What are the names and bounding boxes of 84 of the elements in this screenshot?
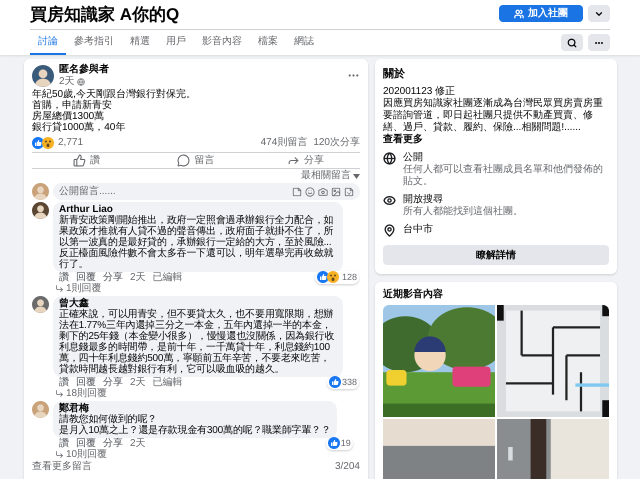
view-replies-link[interactable]: 18則回覆	[66, 388, 108, 399]
share-icon	[286, 154, 300, 167]
post-time[interactable]: 2天	[59, 76, 75, 87]
about-item-title: 開放搜尋	[403, 193, 444, 206]
tab[interactable]: 檔案	[250, 30, 286, 55]
share-count[interactable]: 120次分享	[313, 135, 360, 150]
comment-input-field[interactable]: 公開留言......	[53, 183, 360, 200]
comment-meta: 2天	[130, 377, 146, 388]
about-date: 202001123 修正	[383, 86, 456, 98]
commenter-name[interactable]: Arthur Liao	[59, 204, 337, 215]
learn-more-button[interactable]: 瞭解詳情	[383, 245, 609, 265]
about-title: 關於	[383, 67, 406, 81]
about-item-title: 台中市	[403, 223, 433, 236]
about-description: 因應買房知識家社團逐漸成為台灣民眾買房賣房重要諮詢管道，即日起社團只提供不動產買賣、修繕、過戶、貸款、履約、保險...相關問題!...... 查看更多	[383, 98, 604, 146]
comment-input[interactable]: 公開留言......	[59, 184, 292, 199]
comment-reactions[interactable]: 128	[314, 270, 359, 284]
comment-action-link[interactable]: 回覆	[76, 272, 96, 283]
view-replies-link[interactable]: 10則回覆	[66, 449, 108, 460]
reply-arrow-icon	[55, 450, 64, 459]
view-more-comments-link[interactable]: 查看更多留言	[32, 461, 92, 472]
comment-reactions[interactable]: 338	[326, 376, 359, 389]
avatar-icon[interactable]	[32, 202, 49, 219]
commenter-name[interactable]: 曾大鑫	[59, 298, 337, 309]
about-item-title: 公開	[403, 151, 424, 164]
people-icon	[514, 8, 524, 18]
comment-action-link[interactable]: 讚	[59, 377, 69, 388]
comment-text: 新青安政策剛開始推出，政府一定照會過承辦銀行全力配合，如果政策才推就有人貸不過的聲音傳出，政府面子就掛不住了，所以第一波真的是最好貸的，承辦銀行一定給的大方，至於風險...反正檯面風險件數不會太多吞一下還可以，明年選舉完再收斂就行了。	[59, 215, 334, 270]
avatar-icon[interactable]	[32, 296, 49, 313]
comment-action-link[interactable]: 分享	[103, 272, 123, 283]
tab[interactable]: 網誌	[286, 30, 322, 55]
caret-icon	[353, 174, 360, 178]
map-pin-icon	[383, 224, 396, 237]
comment-count[interactable]: 474則留言	[260, 135, 308, 150]
comment-meta: 2天	[130, 438, 146, 449]
eye-icon	[383, 194, 396, 207]
comment-meta: 已編輯	[152, 377, 183, 388]
author-name[interactable]: 匿名參與者	[59, 64, 342, 76]
tab[interactable]: 參考指引	[66, 30, 122, 55]
avatar-icon[interactable]	[32, 64, 54, 86]
note-icon[interactable]	[292, 186, 302, 196]
camera-icon[interactable]	[318, 186, 328, 196]
sort-dropdown[interactable]: 最相關留言	[301, 170, 360, 182]
reply-arrow-icon	[55, 389, 64, 398]
comment-action-link[interactable]: 回覆	[76, 377, 96, 388]
comment-action-link[interactable]: 分享	[103, 438, 123, 449]
comment-text: 正確來說，可以用青安，但不要貸太久，也不要用寬限期，想辦法在1.77%三年內還掉三分之一本金，五年內還掉一半的本金，剩下的25年錢（本金變小很多），慢慢還也沒關係，因為銀行收利息錢最多的時間帶，是前十年，一千萬貸十年，利息錢約100萬，四十年利息錢約500萬，寧願前五年辛苦，不要老來吃苦，貸款時間越長越對銀行有利，它可以吸血吸的越久。	[59, 309, 336, 375]
about-item-text: 所有人都能找到這個社團。	[403, 206, 523, 218]
media-title: 近期影音內容	[383, 288, 444, 300]
comment-page-count: 3/204	[334, 461, 360, 472]
globe-icon	[383, 152, 396, 165]
see-more-link[interactable]: 查看更多	[383, 134, 423, 145]
about-item-text: 任何人都可以查看社團成員名單和他們發佈的貼文。	[403, 164, 604, 188]
comment-text: 請教您如何做到的呢？ 是月入10萬之上？還是存款現金有300萬的呢？職業師字輩？？	[59, 414, 331, 436]
comment-action-link[interactable]: 讚	[59, 438, 69, 449]
thumbs-up-icon	[73, 154, 86, 167]
search-button[interactable]	[561, 34, 583, 51]
commenter-name[interactable]: 鄭君梅	[59, 403, 331, 414]
more-button[interactable]	[588, 34, 610, 51]
comment-action-link[interactable]: 讚	[59, 272, 69, 283]
image-icon[interactable]	[331, 186, 341, 196]
comment-reactions[interactable]: 19	[326, 436, 353, 450]
post-text: 年紀50歲,今天剛跟台灣銀行對保完。 首購，申請新青安 房屋總價1300萬 銀行貸1000萬，40年	[32, 89, 197, 133]
smile-icon[interactable]	[305, 186, 315, 196]
dropdown-button[interactable]	[588, 5, 610, 22]
join-group-button[interactable]: 加入社團	[499, 5, 583, 22]
comment-action-link[interactable]: 回覆	[76, 438, 96, 449]
tab[interactable]: 精選	[122, 30, 158, 55]
view-replies-link[interactable]: 1則回覆	[66, 283, 102, 294]
tab[interactable]: 討論	[30, 30, 66, 55]
speech-bubble-icon	[177, 154, 190, 167]
comment-action-link[interactable]: 分享	[103, 377, 123, 388]
post-action-button[interactable]: 分享	[250, 153, 360, 168]
comment-meta: 2天	[130, 272, 146, 283]
globe-icon	[76, 78, 85, 86]
tab[interactable]: 影音內容	[194, 30, 250, 55]
tab[interactable]: 用戶	[158, 30, 194, 55]
sticker-icon[interactable]	[344, 186, 354, 196]
comment-meta: 已編輯	[152, 272, 183, 283]
reaction-count[interactable]: 2,771	[58, 135, 84, 150]
group-title: 買房知識家 A你的Q	[30, 4, 180, 26]
reply-arrow-icon	[55, 284, 64, 293]
post-action-button[interactable]: 讚	[32, 153, 142, 168]
post-action-button[interactable]: 留言	[141, 153, 251, 168]
search-icon	[567, 38, 577, 48]
